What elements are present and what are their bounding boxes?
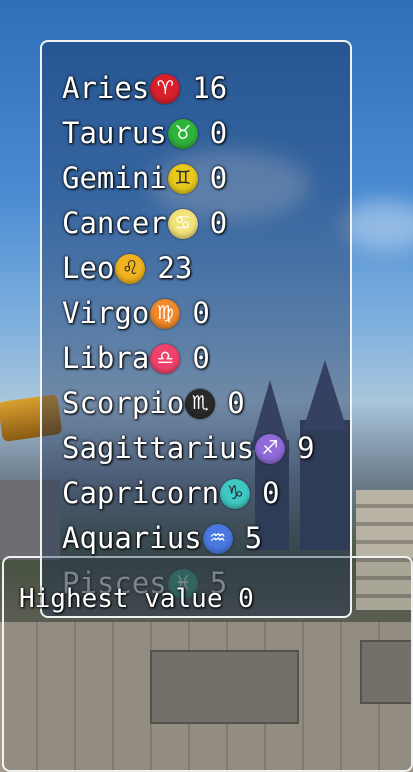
- zodiac-name: Leo: [62, 251, 115, 285]
- zodiac-name: Libra: [62, 341, 150, 375]
- virgo-icon: ♍: [150, 298, 181, 329]
- zodiac-list: Aries ♈ 16 Taurus ♉ 0 Gemini ♊ 0 Cancer …: [62, 66, 340, 606]
- list-item-taurus[interactable]: Taurus ♉ 0: [62, 111, 340, 156]
- gemini-icon: ♊: [167, 163, 198, 194]
- zodiac-value: 23: [157, 251, 193, 285]
- zodiac-name: Aquarius: [62, 521, 202, 555]
- zodiac-name: Sagittarius: [62, 431, 255, 465]
- zodiac-value: 5: [244, 521, 263, 555]
- zodiac-value: 0: [192, 341, 210, 375]
- zodiac-name: Scorpio: [62, 386, 185, 420]
- highest-value-label: Highest value: [19, 584, 223, 614]
- highest-value-text: Highest value 0: [19, 576, 254, 622]
- list-item-aquarius[interactable]: Aquarius ♒ 5: [62, 516, 340, 561]
- aquarius-icon: ♒: [202, 523, 233, 554]
- highest-value-number: 0: [238, 584, 254, 614]
- zodiac-name: Aries: [62, 71, 150, 105]
- zodiac-value: 0: [209, 161, 228, 195]
- list-item-aries[interactable]: Aries ♈ 16: [62, 66, 340, 111]
- zodiac-name: Gemini: [62, 161, 167, 195]
- sagittarius-icon: ♐: [255, 433, 286, 464]
- zodiac-value: 0: [209, 206, 228, 240]
- zodiac-name: Cancer: [62, 206, 167, 240]
- list-item-gemini[interactable]: Gemini ♊ 0: [62, 156, 340, 201]
- zodiac-value: 16: [192, 71, 228, 105]
- list-item-libra[interactable]: Libra ♎ 0: [62, 336, 340, 381]
- zodiac-value: 0: [227, 386, 245, 420]
- zodiac-value: 0: [209, 116, 228, 150]
- list-item-cancer[interactable]: Cancer ♋ 0: [62, 201, 340, 246]
- taurus-icon: ♉: [167, 118, 198, 149]
- list-item-sagittarius[interactable]: Sagittarius ♐ 9: [62, 426, 340, 471]
- zodiac-value: 0: [192, 296, 210, 330]
- zodiac-value: 0: [262, 476, 280, 510]
- cancer-icon: ♋: [167, 208, 198, 239]
- zodiac-name: Capricorn: [62, 476, 220, 510]
- list-item-leo[interactable]: Leo ♌ 23: [62, 246, 340, 291]
- scorpio-icon: ♏: [185, 388, 216, 419]
- list-item-virgo[interactable]: Virgo ♍ 0: [62, 291, 340, 336]
- capricorn-icon: ♑: [220, 478, 251, 509]
- zodiac-name: Virgo: [62, 296, 150, 330]
- list-item-scorpio[interactable]: Scorpio ♏ 0: [62, 381, 340, 426]
- zodiac-value: 9: [297, 431, 315, 465]
- libra-icon: ♎: [150, 343, 181, 374]
- zodiac-list-window: Aries ♈ 16 Taurus ♉ 0 Gemini ♊ 0 Cancer …: [40, 40, 352, 618]
- aries-icon: ♈: [150, 73, 181, 104]
- zodiac-name: Taurus: [62, 116, 167, 150]
- leo-icon: ♌: [115, 253, 146, 284]
- list-item-capricorn[interactable]: Capricorn ♑ 0: [62, 471, 340, 516]
